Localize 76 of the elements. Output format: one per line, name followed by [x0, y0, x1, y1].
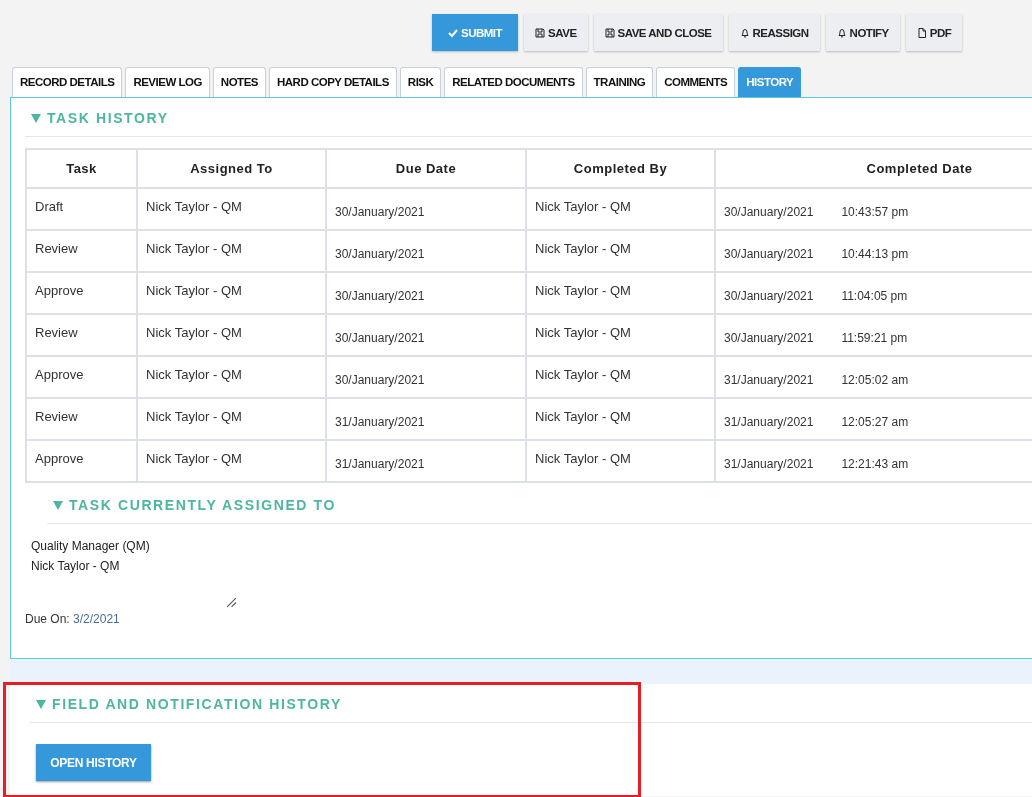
toolbar-button[interactable]: SAVE AND CLOSE	[593, 14, 723, 51]
time-text: 12:05:27 am	[841, 415, 909, 429]
table-cell: Nick Taylor - QM	[137, 398, 326, 440]
table-cell: Nick Taylor - QM	[526, 272, 715, 314]
table-cell: Nick Taylor - QM	[526, 356, 715, 398]
tab[interactable]: RELATED DOCUMENTS	[444, 67, 583, 97]
time-text: 12:05:02 am	[841, 373, 909, 387]
time-text: 10:43:57 pm	[841, 205, 909, 219]
caret-down-icon[interactable]	[36, 699, 46, 709]
toolbar-button[interactable]: PDF	[905, 14, 963, 51]
due-label: Due On:	[25, 612, 70, 626]
table-cell: Nick Taylor - QM	[137, 440, 326, 482]
tab[interactable]: TRAINING	[585, 67, 654, 97]
table-cell: 30/January/2021	[326, 188, 526, 230]
column-header: Completed By	[526, 149, 715, 188]
tab[interactable]: HARD COPY DETAILS	[269, 67, 397, 97]
tab[interactable]: COMMENTS	[656, 67, 736, 97]
table-cell: 30/January/2021	[326, 230, 526, 272]
table-cell: Draft	[26, 188, 137, 230]
section-title: TASK CURRENTLY ASSIGNED TO	[69, 497, 336, 513]
due-date: 3/2/2021	[73, 612, 120, 626]
document-icon	[916, 27, 927, 38]
table-cell: Review	[26, 314, 137, 356]
time-text: 10:44:13 pm	[841, 247, 909, 261]
table-cell: Nick Taylor - QM	[137, 314, 326, 356]
date-text: 30/January/2021	[724, 331, 814, 345]
table-cell: 30/January/2021	[326, 314, 526, 356]
table-cell: 31/January/2021	[326, 398, 526, 440]
table-cell: 30/January/2021	[326, 356, 526, 398]
date-text: 30/January/2021	[724, 247, 814, 261]
date-text: 30/January/2021	[724, 289, 814, 303]
toolbar-button[interactable]: SAVE	[524, 14, 588, 51]
time-text: 12:21:43 am	[841, 457, 909, 471]
table-cell: Nick Taylor - QM	[137, 188, 326, 230]
caret-down-icon[interactable]	[31, 113, 41, 123]
tab[interactable]: RISK	[399, 67, 442, 97]
check-icon	[448, 27, 458, 38]
table-cell: Nick Taylor - QM	[137, 230, 326, 272]
bell-icon	[836, 27, 847, 38]
assignee-text: Quality Manager (QM)	[31, 538, 151, 555]
time-text: 11:59:21 pm	[841, 331, 908, 345]
table-cell: Nick Taylor - QM	[526, 188, 715, 230]
table-cell: Nick Taylor - QM	[137, 272, 326, 314]
table-cell: 30/January/2021	[326, 272, 526, 314]
date-text: 31/January/2021	[724, 373, 814, 387]
date-text: 31/January/2021	[724, 415, 814, 429]
column-header: Due Date	[326, 149, 526, 188]
tab[interactable]: NOTES	[212, 67, 266, 97]
section-title: FIELD AND NOTIFICATION HISTORY	[52, 696, 342, 712]
table-cell: Review	[26, 230, 137, 272]
table-cell: Nick Taylor - QM	[526, 398, 715, 440]
text-area[interactable]: Quality Manager (QM) Nick Taylor - QM	[25, 524, 237, 608]
table-cell: Approve	[26, 272, 137, 314]
table-cell: 31/January/2021	[326, 440, 526, 482]
tab[interactable]: REVIEW LOG	[125, 67, 210, 97]
column-header: Assigned To	[137, 149, 326, 188]
caret-down-icon[interactable]	[53, 500, 63, 510]
column-header: Completed Date	[715, 149, 1032, 188]
bell-icon	[739, 27, 750, 38]
table-cell: Approve	[26, 356, 137, 398]
toolbar-button[interactable]: NOTIFY	[825, 14, 900, 51]
table-cell: Nick Taylor - QM	[526, 440, 715, 482]
tab[interactable]: RECORD DETAILS	[12, 67, 123, 97]
time-text: 11:04:05 pm	[841, 289, 908, 303]
date-text: 31/January/2021	[724, 457, 814, 471]
table-cell: Approve	[26, 440, 137, 482]
assignee-text: Nick Taylor - QM	[31, 558, 121, 575]
table-cell: Nick Taylor - QM	[526, 230, 715, 272]
table-cell: Review	[26, 398, 137, 440]
date-text: 30/January/2021	[724, 205, 814, 219]
resize-handle-icon[interactable]	[226, 597, 237, 608]
column-header: Task	[26, 149, 137, 188]
section-title: TASK HISTORY	[47, 110, 169, 126]
table-cell: Nick Taylor - QM	[526, 314, 715, 356]
toolbar-button[interactable]: REASSIGN	[728, 14, 820, 51]
table-cell: Nick Taylor - QM	[137, 356, 326, 398]
